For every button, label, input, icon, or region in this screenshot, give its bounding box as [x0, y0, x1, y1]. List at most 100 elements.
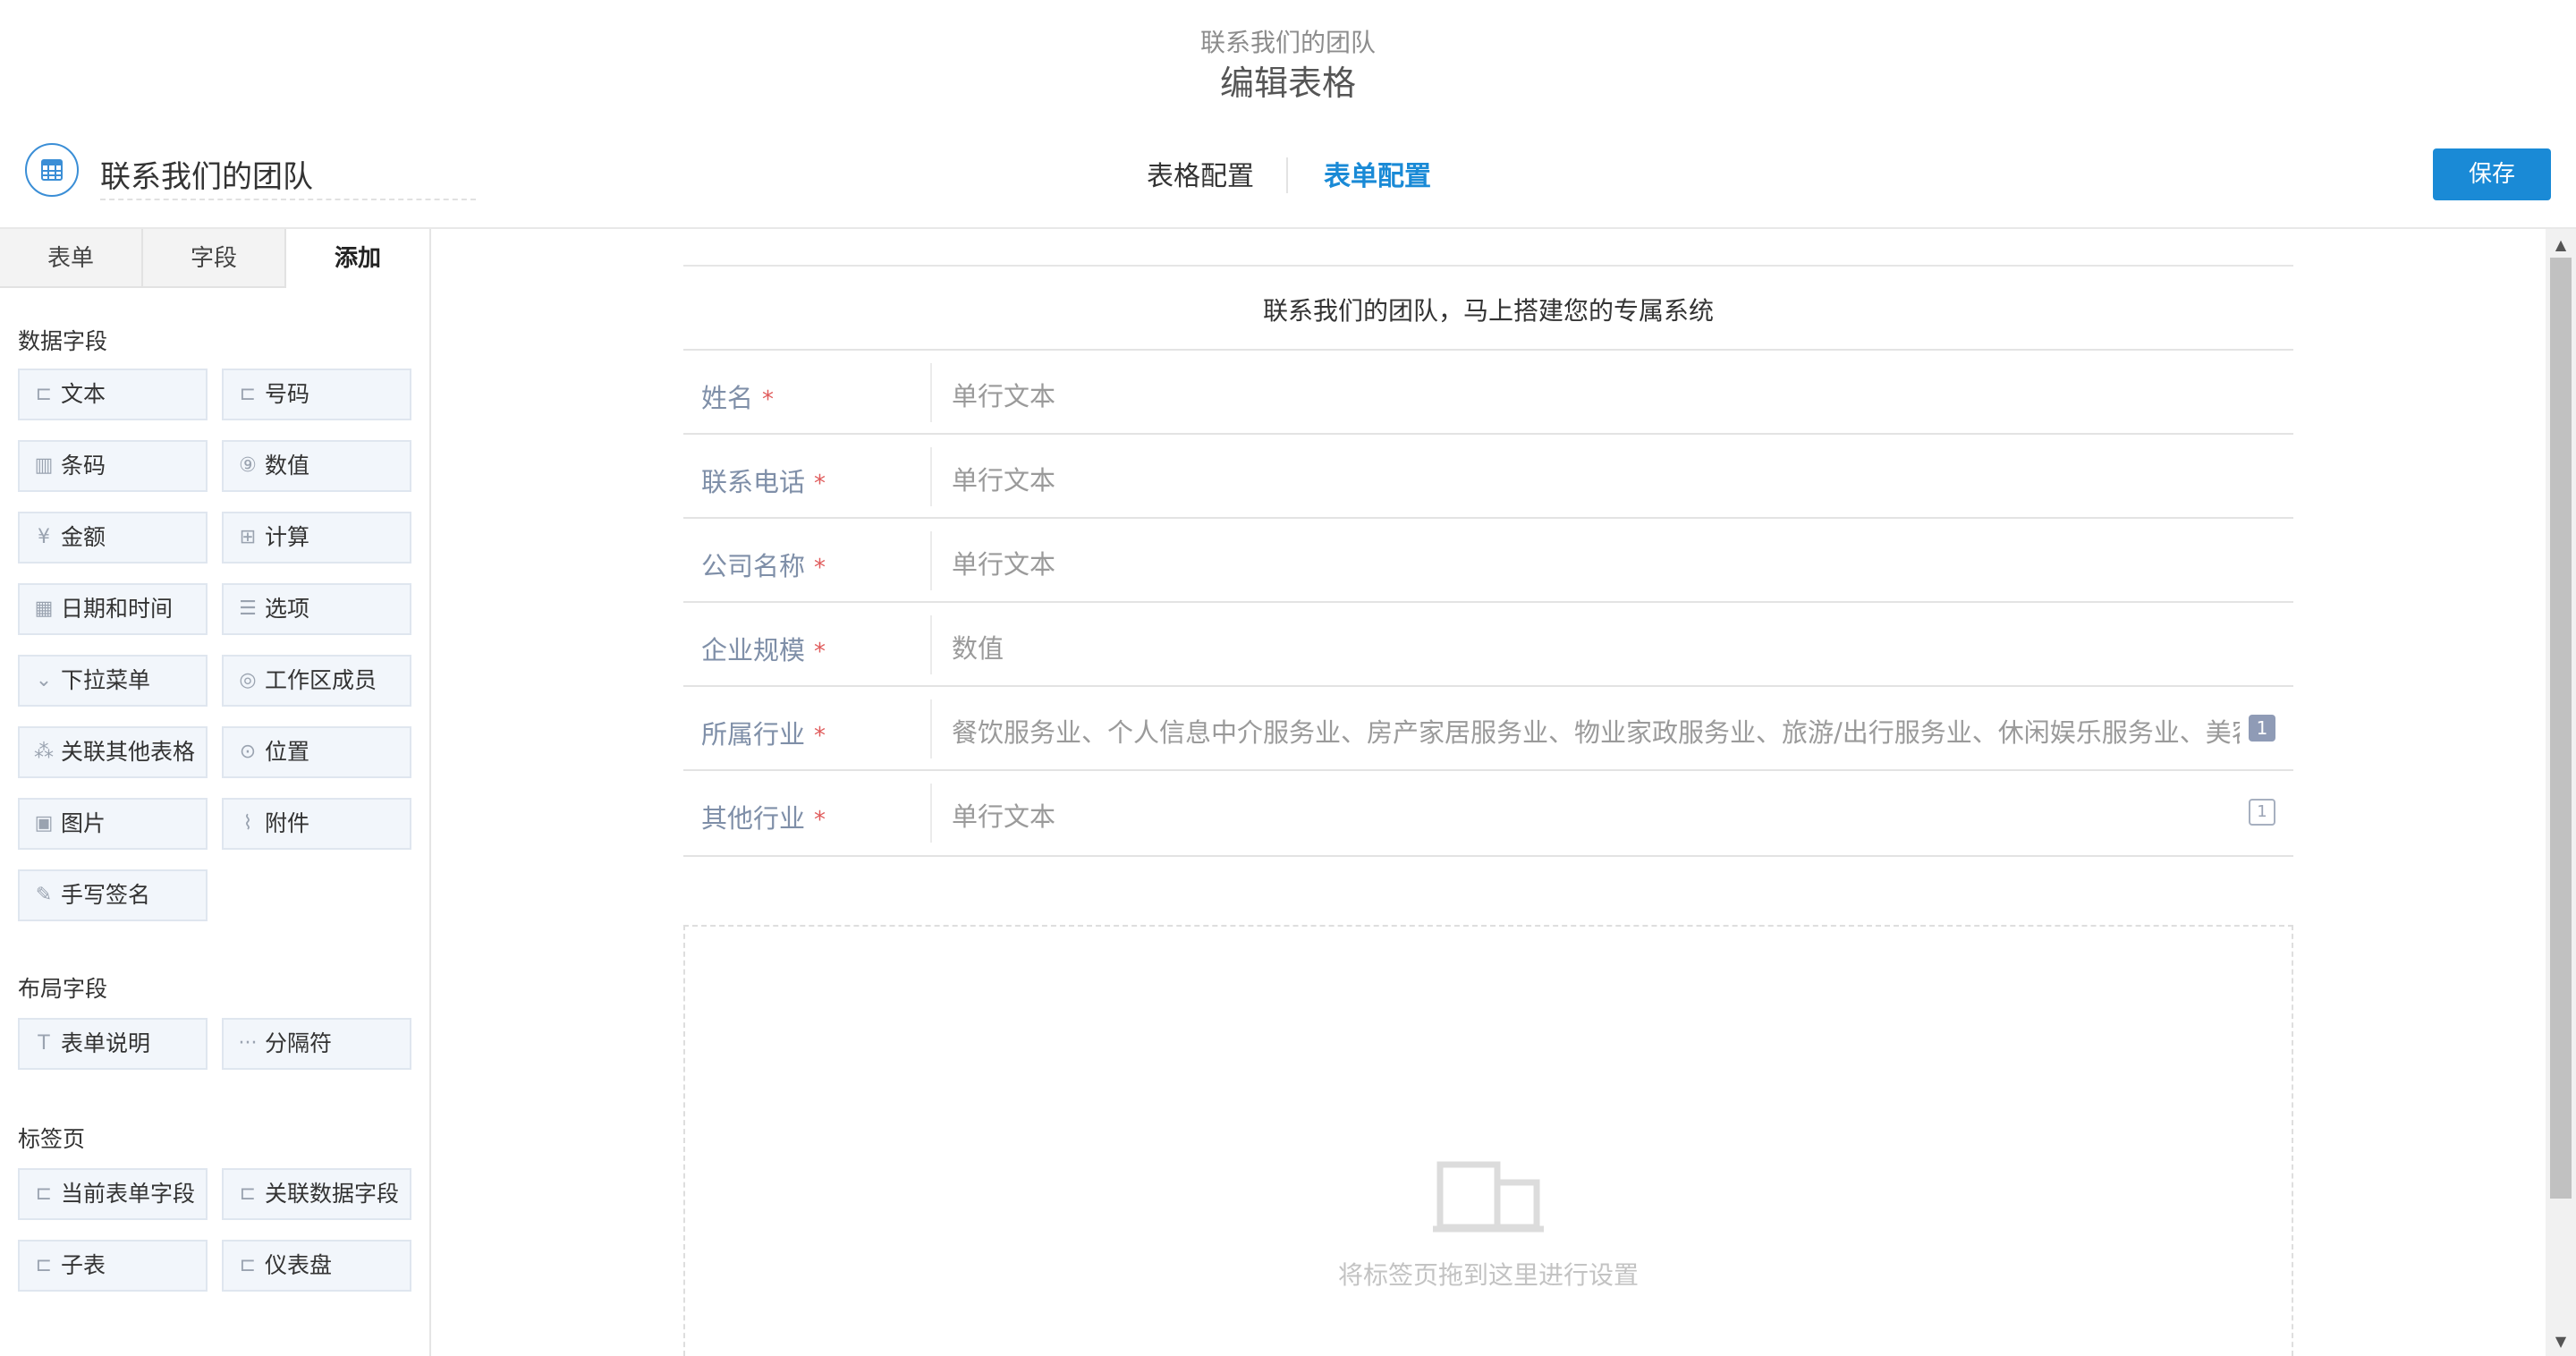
- required-mark: *: [814, 555, 826, 581]
- image-icon: ▣: [34, 812, 54, 835]
- tab-table-config[interactable]: 表格配置: [1147, 154, 1254, 193]
- scroll-up-arrow-icon[interactable]: ▲: [2546, 234, 2576, 256]
- field-numeric-button[interactable]: ⑨ 数值: [222, 440, 411, 492]
- field-divider-button[interactable]: ··· 分隔符: [222, 1018, 411, 1070]
- table-name[interactable]: 联系我们的团队: [100, 152, 313, 196]
- dropdown-icon: ⌄: [35, 669, 53, 691]
- field-calculation-button[interactable]: ⊞ 计算: [222, 512, 411, 564]
- field-form-description-button[interactable]: T 表单说明: [18, 1018, 208, 1070]
- tab-subtable-button[interactable]: ⊏ 子表: [18, 1240, 208, 1292]
- form-row-phone[interactable]: 联系电话 * 单行文本: [683, 433, 2293, 519]
- required-mark: *: [762, 386, 775, 413]
- row-divider: [930, 784, 932, 843]
- left-sidebar: 表单 字段 添加 数据字段 ⊏ 文本 ⊏ 号码 ▥ 条码 ⑨ 数值 ¥ 金额 ⊞ 计算 ▦ 日…: [0, 229, 431, 1356]
- location-icon: ⊙: [239, 741, 257, 763]
- window-title-bar: 联系我们的团队 编辑表格: [0, 0, 2576, 1182]
- field-relation-button[interactable]: ⁂ 关联其他表格: [18, 726, 208, 778]
- tab-page-icon: ⊏: [35, 1254, 53, 1276]
- field-badge: 1: [2249, 799, 2275, 826]
- form-row-other-industry[interactable]: 其他行业 * 单行文本 1: [683, 769, 2293, 857]
- form-top-divider: [683, 265, 2293, 267]
- form-row-value: 数值: [952, 633, 1004, 664]
- form-row-company-size[interactable]: 企业规模 * 数值: [683, 601, 2293, 687]
- form-row-label: 姓名 *: [701, 383, 775, 413]
- field-member-button[interactable]: ◎ 工作区成员: [222, 655, 411, 707]
- field-options-button[interactable]: ☰ 选项: [222, 583, 411, 635]
- text-field-icon: ⊏: [35, 383, 53, 405]
- field-image-button[interactable]: ▣ 图片: [18, 798, 208, 850]
- numeric-icon: ⑨: [239, 454, 257, 477]
- form-row-value: 单行文本: [952, 549, 1056, 580]
- ellipsis-icon: ···: [238, 1032, 258, 1055]
- currency-icon: ¥: [38, 526, 50, 548]
- calculator-icon: ⊞: [239, 526, 257, 548]
- text-type-icon: T: [38, 1032, 50, 1055]
- number-field-icon: ⊏: [239, 383, 257, 405]
- sidebar-tab-fields[interactable]: 字段: [143, 229, 286, 288]
- form-row-label: 公司名称 *: [701, 551, 826, 581]
- tab-page-icon: ⊏: [239, 1254, 257, 1276]
- form-row-value: 单行文本: [952, 465, 1056, 496]
- sidebar-tabs: 表单 字段 添加: [0, 229, 429, 288]
- form-title[interactable]: 联系我们的团队，马上搭建您的专属系统: [683, 292, 2293, 327]
- section-title-tab-pages: 标签页: [18, 1126, 86, 1152]
- field-number-button[interactable]: ⊏ 号码: [222, 369, 411, 420]
- field-barcode-button[interactable]: ▥ 条码: [18, 440, 208, 492]
- tab-page-placeholder-icon: [1433, 1161, 1544, 1236]
- main-scrollbar[interactable]: ▲ ▼: [2546, 229, 2576, 1356]
- row-divider: [930, 447, 932, 506]
- scroll-down-arrow-icon[interactable]: ▼: [2546, 1331, 2576, 1352]
- row-divider: [930, 363, 932, 422]
- field-badge: 1: [2249, 715, 2275, 742]
- tab-form-config[interactable]: 表单配置: [1324, 154, 1431, 193]
- table-app-icon: [25, 143, 79, 197]
- row-divider: [930, 531, 932, 590]
- tab-related-data-fields-button[interactable]: ⊏ 关联数据字段: [222, 1168, 411, 1220]
- form-row-value: 单行文本: [952, 801, 1056, 832]
- barcode-icon: ▥: [34, 454, 54, 477]
- required-mark: *: [814, 723, 826, 750]
- form-row-value: 单行文本: [952, 381, 1056, 411]
- tab-current-form-fields-button[interactable]: ⊏ 当前表单字段: [18, 1168, 208, 1220]
- row-divider: [930, 699, 932, 759]
- row-divider: [930, 615, 932, 674]
- required-mark: *: [814, 470, 826, 497]
- form-row-name[interactable]: 姓名 * 单行文本: [683, 349, 2293, 435]
- required-mark: *: [814, 639, 826, 665]
- form-row-label: 所属行业 *: [701, 719, 826, 750]
- sidebar-tab-form[interactable]: 表单: [0, 229, 143, 288]
- scroll-thumb[interactable]: [2550, 258, 2572, 1199]
- table-name-underline: [100, 199, 476, 200]
- sidebar-tab-add[interactable]: 添加: [286, 229, 429, 288]
- signature-icon: ✎: [35, 884, 53, 906]
- calendar-icon: ▦: [34, 597, 54, 620]
- tab-divider: [1286, 157, 1288, 193]
- required-mark: *: [814, 807, 826, 834]
- member-icon: ◎: [239, 669, 257, 691]
- tab-page-icon: ⊏: [35, 1182, 53, 1205]
- tab-page-icon: ⊏: [239, 1182, 257, 1205]
- field-currency-button[interactable]: ¥ 金额: [18, 512, 208, 564]
- tab-dashboard-button[interactable]: ⊏ 仪表盘: [222, 1240, 411, 1292]
- field-dropdown-button[interactable]: ⌄ 下拉菜单: [18, 655, 208, 707]
- tabs-drop-hint: 将标签页拖到这里进行设置: [1337, 1260, 1639, 1290]
- field-attachment-button[interactable]: ⌇ 附件: [222, 798, 411, 850]
- section-title-layout-fields: 布局字段: [18, 976, 108, 1002]
- field-text-button[interactable]: ⊏ 文本: [18, 369, 208, 420]
- list-icon: ☰: [239, 597, 257, 620]
- section-title-data-fields: 数据字段: [18, 328, 108, 354]
- field-signature-button[interactable]: ✎ 手写签名: [18, 869, 208, 921]
- form-row-label: 其他行业 *: [701, 803, 826, 834]
- form-row-industry[interactable]: 所属行业 * 餐饮服务业、个人信息中介服务业、房产家居服务业、物业家政服务业、旅游…: [683, 685, 2293, 771]
- form-row-label: 企业规模 *: [701, 635, 826, 665]
- form-row-label: 联系电话 *: [701, 467, 826, 497]
- hierarchy-icon: ⁂: [34, 741, 54, 763]
- form-row-company[interactable]: 公司名称 * 单行文本: [683, 517, 2293, 603]
- field-location-button[interactable]: ⊙ 位置: [222, 726, 411, 778]
- attachment-icon: ⌇: [242, 812, 253, 835]
- save-button[interactable]: 保存: [2433, 148, 2551, 200]
- form-row-value: 餐饮服务业、个人信息中介服务业、房产家居服务业、物业家政服务业、旅游/出行服务业…: [952, 717, 2240, 748]
- window-subtitle: 联系我们的团队: [1199, 28, 1376, 57]
- field-datetime-button[interactable]: ▦ 日期和时间: [18, 583, 208, 635]
- editor-header: 联系我们的团队 表格配置 表单配置 保存: [0, 120, 2576, 229]
